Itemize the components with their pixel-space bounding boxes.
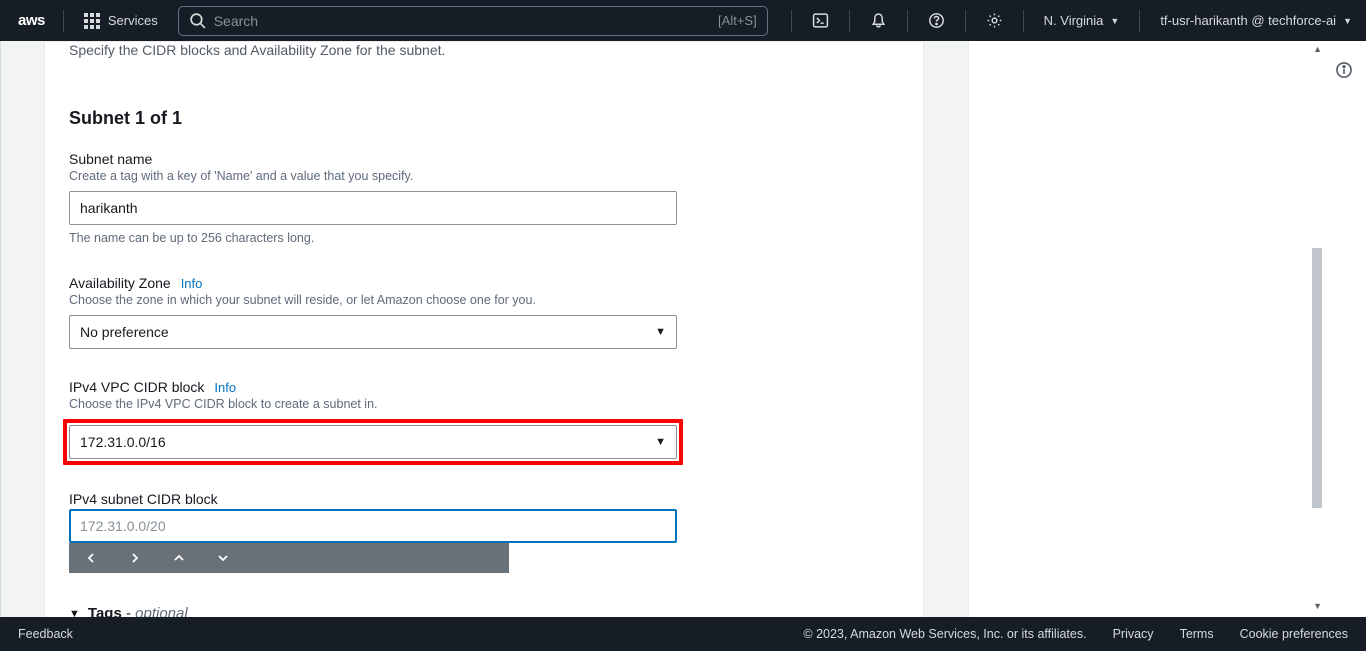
subnet-name-help: Create a tag with a key of 'Name' and a … (69, 169, 899, 183)
az-value: No preference (80, 324, 169, 340)
chevron-left-icon (85, 552, 97, 564)
cidr-up-button[interactable] (157, 543, 201, 573)
notifications-button[interactable] (856, 0, 901, 41)
left-gutter (0, 41, 44, 617)
nav-separator (965, 10, 966, 32)
region-selector[interactable]: N. Virginia ▼ (1030, 13, 1134, 28)
terms-link[interactable]: Terms (1180, 627, 1214, 641)
copyright-text: © 2023, Amazon Web Services, Inc. or its… (803, 627, 1086, 641)
subnet-form-card: Specify the CIDR blocks and Availability… (44, 41, 924, 617)
help-panel (968, 41, 1366, 617)
vpc-cidr-highlight: 172.31.0.0/16 ▼ (63, 419, 683, 465)
viewport: Specify the CIDR blocks and Availability… (0, 41, 1366, 617)
bell-icon (870, 12, 887, 29)
chevron-right-icon (129, 552, 141, 564)
cloudshell-icon (812, 12, 829, 29)
info-icon[interactable] (1335, 61, 1353, 79)
footer: Feedback © 2023, Amazon Web Services, In… (0, 617, 1366, 651)
cidr-next-button[interactable] (113, 543, 157, 573)
search-container: [Alt+S] (178, 6, 768, 36)
privacy-link[interactable]: Privacy (1113, 627, 1154, 641)
scroll-down-arrow[interactable]: ▼ (1313, 601, 1322, 611)
az-info-link[interactable]: Info (181, 276, 203, 291)
cidr-down-button[interactable] (201, 543, 245, 573)
search-box[interactable]: [Alt+S] (178, 6, 768, 36)
cidr-prev-button[interactable] (69, 543, 113, 573)
section-title: Subnet 1 of 1 (45, 86, 923, 145)
caret-down-icon: ▼ (1343, 16, 1352, 26)
subnet-name-input[interactable] (69, 191, 677, 225)
feedback-link[interactable]: Feedback (18, 627, 73, 641)
content-area: Specify the CIDR blocks and Availability… (44, 41, 968, 617)
top-nav: aws Services [Alt+S] N. (0, 0, 1366, 41)
intro-text: Specify the CIDR blocks and Availability… (45, 42, 923, 86)
nav-separator (907, 10, 908, 32)
tags-label-suffix: optional (135, 605, 188, 617)
subnet-cidr-label: IPv4 subnet CIDR block (69, 491, 218, 507)
field-subnet-name: Subnet name Create a tag with a key of '… (45, 145, 923, 255)
search-icon (189, 12, 206, 29)
field-vpc-cidr: IPv4 VPC CIDR block Info Choose the IPv4… (45, 373, 923, 475)
vpc-cidr-value: 172.31.0.0/16 (80, 434, 166, 450)
tags-label-dash: - (122, 605, 135, 617)
vpc-cidr-help: Choose the IPv4 VPC CIDR block to create… (69, 397, 899, 411)
services-label: Services (108, 13, 158, 28)
nav-separator (791, 10, 792, 32)
account-selector[interactable]: tf-usr-harikanth @ techforce-ai ▼ (1146, 13, 1366, 28)
aws-logo[interactable]: aws (0, 12, 57, 29)
grid-icon (84, 13, 100, 29)
caret-down-icon: ▼ (655, 326, 666, 338)
subnet-name-label: Subnet name (69, 151, 152, 167)
search-shortcut: [Alt+S] (718, 13, 757, 28)
account-label: tf-usr-harikanth @ techforce-ai (1160, 13, 1336, 28)
az-label: Availability Zone (69, 275, 171, 291)
search-input[interactable] (214, 13, 718, 29)
tags-label-prefix: Tags (88, 605, 122, 617)
vpc-cidr-label: IPv4 VPC CIDR block (69, 379, 204, 395)
gear-icon (986, 12, 1003, 29)
help-icon (928, 12, 945, 29)
az-help: Choose the zone in which your subnet wil… (69, 293, 899, 307)
vpc-cidr-select[interactable]: 172.31.0.0/16 ▼ (69, 425, 677, 459)
region-label: N. Virginia (1044, 13, 1104, 28)
chevron-down-icon (217, 552, 229, 564)
field-availability-zone: Availability Zone Info Choose the zone i… (45, 269, 923, 359)
help-button[interactable] (914, 0, 959, 41)
services-menu[interactable]: Services (70, 13, 172, 29)
caret-down-icon: ▼ (655, 436, 666, 448)
settings-button[interactable] (972, 0, 1017, 41)
info-rail (1322, 41, 1366, 89)
scrollbar-thumb[interactable] (1312, 248, 1322, 508)
nav-separator (63, 10, 64, 32)
az-select[interactable]: No preference ▼ (69, 315, 677, 349)
cookie-link[interactable]: Cookie preferences (1240, 627, 1348, 641)
nav-separator (849, 10, 850, 32)
vpc-cidr-info-link[interactable]: Info (214, 380, 236, 395)
subnet-name-note: The name can be up to 256 characters lon… (69, 231, 899, 245)
caret-down-icon: ▼ (1110, 16, 1119, 26)
nav-separator (1023, 10, 1024, 32)
caret-down-icon: ▼ (69, 608, 80, 618)
subnet-cidr-input[interactable] (69, 509, 677, 543)
chevron-up-icon (173, 552, 185, 564)
field-subnet-cidr: IPv4 subnet CIDR block (45, 485, 923, 583)
cloudshell-button[interactable] (798, 0, 843, 41)
nav-separator (1139, 10, 1140, 32)
cidr-stepper-bar (69, 543, 509, 573)
tags-section-header[interactable]: ▼ Tags - optional (45, 583, 923, 617)
nav-right: N. Virginia ▼ tf-usr-harikanth @ techfor… (785, 0, 1366, 41)
scroll-up-arrow[interactable]: ▲ (1313, 44, 1322, 54)
